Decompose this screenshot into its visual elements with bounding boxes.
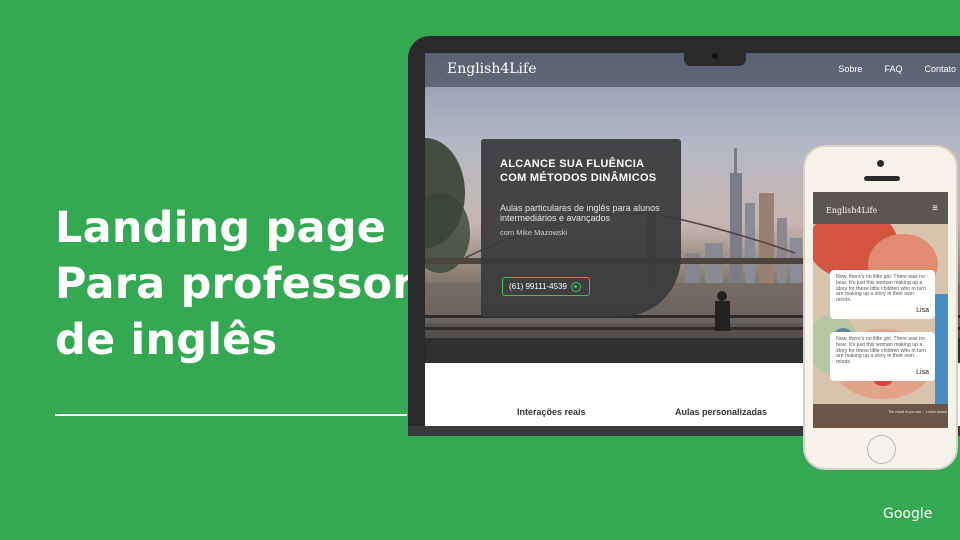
testimonial-text: Now, there's no little girl. There was n…: [836, 274, 926, 304]
hamburger-menu-icon[interactable]: ≡: [932, 203, 938, 214]
title-line-1: Landing page: [55, 203, 387, 253]
google-logo: Google: [883, 506, 933, 522]
laptop-camera-notch: [684, 49, 746, 66]
feature-heading-2: Aulas personalizadas: [675, 407, 768, 417]
phone-camera-icon: [877, 160, 884, 167]
cta-phone-label: (61) 99111-4539: [509, 282, 567, 291]
phone-mockup: English4Life ≡ Now, there's no little gi…: [803, 145, 958, 470]
mobile-navbar: English4Life ≡: [813, 192, 948, 224]
phone-home-button: [867, 435, 896, 464]
image-caption: The result is you can ... Lorem ipsum: [888, 410, 947, 414]
camera-icon: [712, 53, 718, 59]
title-line-2: Para professor: [55, 259, 414, 309]
whatsapp-icon: [570, 281, 581, 292]
hero-card: ALCANCE SUA FLUÊNCIA COM MÉTODOS DINÂMIC…: [481, 139, 681, 317]
nav-link-sobre[interactable]: Sobre: [838, 64, 862, 74]
title-line-3: de inglês: [55, 315, 278, 365]
nav-link-contato[interactable]: Contato: [924, 64, 956, 74]
hero-byline: com Mike Mazowski: [500, 228, 568, 237]
testimonial-card: Now, there's no little girl. There was n…: [830, 270, 935, 319]
hero-subtitle: Aulas particulares de inglês para alunos…: [500, 203, 660, 223]
site-logo[interactable]: English4Life: [447, 61, 537, 77]
testimonial-background-art: [813, 224, 948, 428]
whatsapp-cta-button[interactable]: (61) 99111-4539: [502, 277, 590, 296]
testimonial-card: Now, there's no little girl. There was n…: [830, 332, 935, 381]
testimonial-author: Lisa: [916, 306, 929, 314]
phone-screen: English4Life ≡ Now, there's no little gi…: [813, 192, 948, 428]
feature-heading-1: Interações reais: [517, 407, 586, 417]
testimonial-author: Lisa: [916, 368, 929, 376]
mobile-site-logo[interactable]: English4Life: [826, 206, 877, 215]
testimonial-text: Now, there's no little girl. There was n…: [836, 336, 926, 366]
site-nav-links: Sobre FAQ Contato: [838, 64, 956, 74]
slide-title: Landing page Para professor de inglês: [55, 200, 414, 368]
title-divider: [55, 414, 407, 416]
phone-speaker: [864, 176, 900, 181]
hero-headline: ALCANCE SUA FLUÊNCIA COM MÉTODOS DINÂMIC…: [500, 158, 657, 184]
nav-link-faq[interactable]: FAQ: [884, 64, 902, 74]
